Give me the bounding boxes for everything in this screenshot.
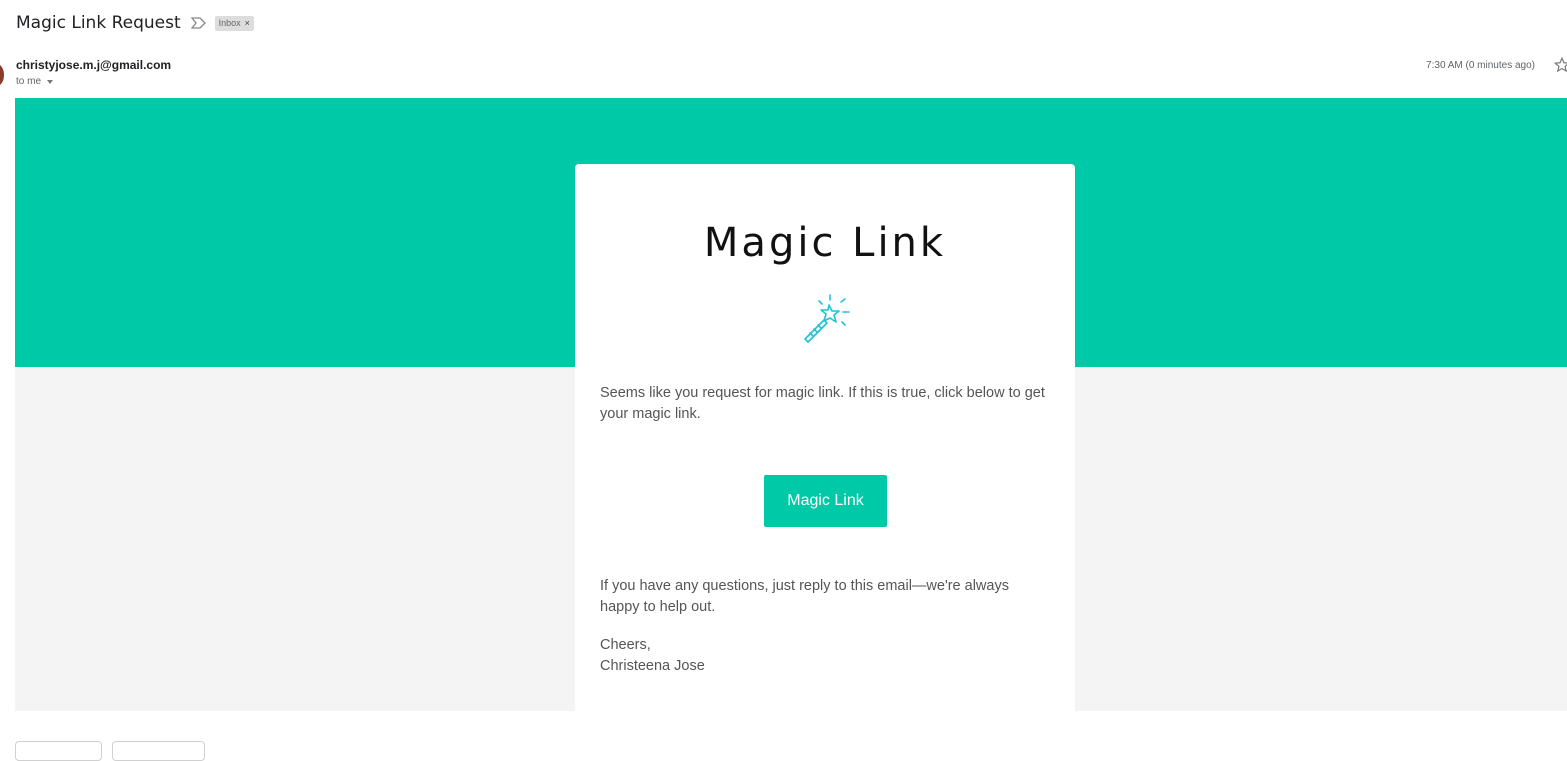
inbox-label-text: Inbox bbox=[218, 18, 241, 28]
email-subject: Magic Link Request bbox=[16, 13, 181, 33]
signature-text: Christeena Jose bbox=[600, 658, 705, 674]
inbox-label-chip[interactable]: Inbox × bbox=[214, 15, 254, 31]
importance-marker-icon[interactable] bbox=[190, 17, 207, 29]
avatar[interactable] bbox=[0, 64, 4, 86]
magic-wand-icon bbox=[804, 294, 850, 343]
chevron-down-icon[interactable] bbox=[47, 79, 54, 84]
recipient-line: to me bbox=[16, 76, 42, 87]
email-timestamp: 7:30 AM (0 minutes ago) bbox=[1426, 60, 1535, 71]
help-text: If you have any questions, just reply to… bbox=[600, 578, 1009, 615]
remove-label-button[interactable]: × bbox=[245, 18, 250, 28]
magic-link-button[interactable]: Magic Link bbox=[764, 475, 887, 527]
forward-button[interactable] bbox=[112, 741, 205, 761]
subject-row: Magic Link Request Inbox × bbox=[16, 11, 254, 35]
star-icon[interactable] bbox=[1553, 56, 1567, 74]
intro-text: Seems like you request for magic link. I… bbox=[600, 385, 1045, 422]
email-body: Magic Link Seems like you request for ma… bbox=[15, 98, 1567, 711]
email-heading: Magic Link bbox=[703, 220, 947, 266]
closing-text: Cheers, bbox=[600, 637, 651, 653]
sender-email[interactable]: christyjose.m.j@gmail.com bbox=[16, 58, 171, 72]
email-card: Magic Link Seems like you request for ma… bbox=[575, 164, 1075, 711]
sign-off: Cheers, Christeena Jose bbox=[600, 635, 1050, 677]
recipient-details[interactable]: to me bbox=[16, 76, 54, 87]
reply-button[interactable] bbox=[15, 741, 102, 761]
